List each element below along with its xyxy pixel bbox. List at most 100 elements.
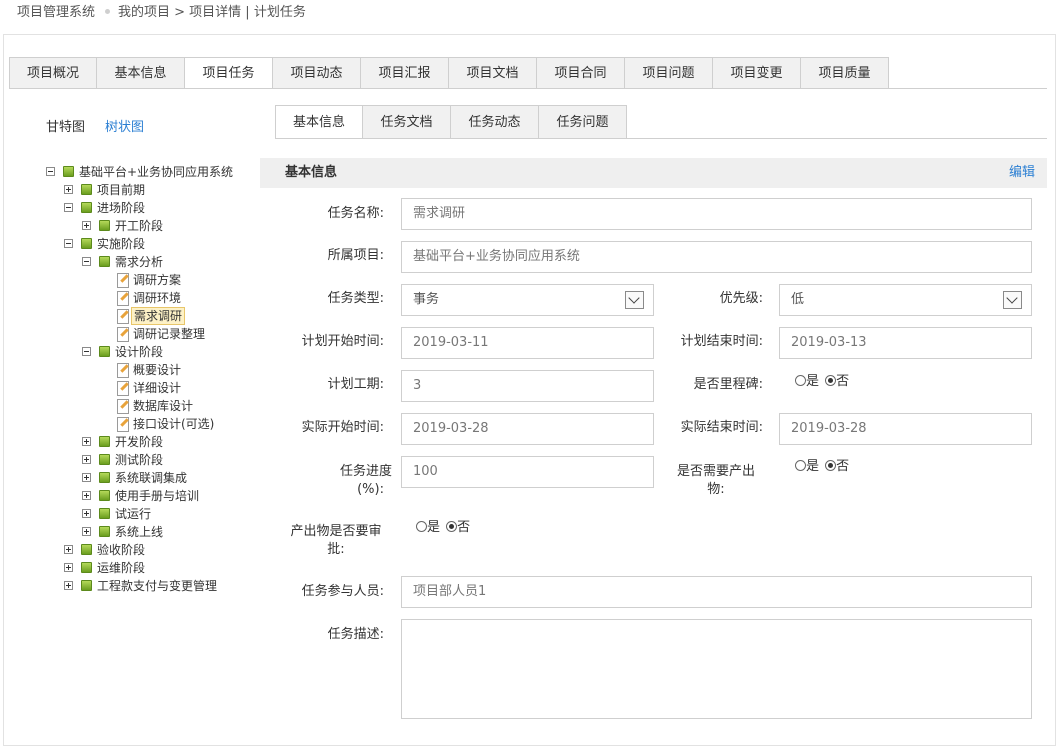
tab-overview[interactable]: 项目概况 [9, 57, 97, 89]
need-output-no-radio[interactable] [825, 460, 837, 471]
tree-node-phase-3-5[interactable]: 系统联调集成 [46, 469, 266, 487]
subtab-task-activity[interactable]: 任务动态 [451, 105, 539, 139]
tree-node-phase-2[interactable]: 进场阶段 [46, 199, 266, 217]
tab-project-tasks[interactable]: 项目任务 [185, 57, 273, 89]
plan-start-field[interactable]: 2019-03-11 [401, 327, 654, 359]
tab-project-contracts[interactable]: 项目合同 [537, 57, 625, 89]
collapse-icon[interactable] [82, 347, 91, 356]
edit-link[interactable]: 编辑 [1009, 158, 1035, 188]
tab-project-report[interactable]: 项目汇报 [361, 57, 449, 89]
actual-start-field[interactable]: 2019-03-28 [401, 413, 654, 445]
collapse-icon[interactable] [64, 203, 73, 212]
task-name-field[interactable]: 需求调研 [401, 198, 1032, 230]
expand-icon[interactable] [82, 527, 91, 536]
tree-node-label[interactable]: 系统上线 [113, 523, 165, 541]
tree-node-label[interactable]: 开发阶段 [113, 433, 165, 451]
tree-node-label[interactable]: 开工阶段 [113, 217, 165, 235]
description-textarea[interactable] [401, 619, 1032, 719]
subtab-task-issues[interactable]: 任务问题 [539, 105, 627, 139]
expand-icon[interactable] [64, 581, 73, 590]
tree-node-label[interactable]: 接口设计(可选) [131, 415, 216, 433]
tab-project-quality[interactable]: 项目质量 [801, 57, 889, 89]
tree-view-link[interactable]: 树状图 [105, 120, 144, 135]
tab-basic-info[interactable]: 基本信息 [97, 57, 185, 89]
tree-node-phase-4[interactable]: 验收阶段 [46, 541, 266, 559]
tree-node-label[interactable]: 运维阶段 [95, 559, 147, 577]
gantt-view-link[interactable]: 甘特图 [46, 120, 85, 135]
tab-project-changes[interactable]: 项目变更 [713, 57, 801, 89]
expand-icon[interactable] [82, 437, 91, 446]
members-field[interactable]: 项目部人员1 [401, 576, 1032, 608]
subtab-task-docs[interactable]: 任务文档 [363, 105, 451, 139]
expand-icon[interactable] [82, 221, 91, 230]
task-type-select[interactable]: 事务 [401, 284, 654, 316]
tree-node-phase-2-1[interactable]: 开工阶段 [46, 217, 266, 235]
tree-node-label[interactable]: 试运行 [113, 505, 153, 523]
expand-icon[interactable] [64, 545, 73, 554]
milestone-yes-radio[interactable] [795, 375, 806, 386]
output-approval-no-radio[interactable] [446, 521, 458, 532]
tree-node-label[interactable]: 调研记录整理 [131, 325, 207, 343]
project-field[interactable]: 基础平台+业务协同应用系统 [401, 241, 1032, 273]
tab-project-issues[interactable]: 项目问题 [625, 57, 713, 89]
tree-node-label[interactable]: 数据库设计 [131, 397, 195, 415]
tree-node-phase-5[interactable]: 运维阶段 [46, 559, 266, 577]
tree-leaf[interactable]: 调研方案 [46, 271, 266, 289]
tree-node-label[interactable]: 调研环境 [131, 289, 183, 307]
tree-node-root[interactable]: 基础平台+业务协同应用系统 [46, 163, 266, 181]
tree-leaf[interactable]: 调研环境 [46, 289, 266, 307]
tree-node-phase-3-4[interactable]: 测试阶段 [46, 451, 266, 469]
tab-project-activity[interactable]: 项目动态 [273, 57, 361, 89]
tree-node-phase-1[interactable]: 项目前期 [46, 181, 266, 199]
subtab-basic-info[interactable]: 基本信息 [275, 105, 363, 139]
output-approval-yes-radio[interactable] [416, 521, 427, 532]
tree-node-phase-3-2[interactable]: 设计阶段 [46, 343, 266, 361]
tree-node-phase-3-1[interactable]: 需求分析 [46, 253, 266, 271]
tree-node-label[interactable]: 工程款支付与变更管理 [95, 577, 219, 595]
tree-leaf-selected[interactable]: 需求调研 [46, 307, 266, 325]
tree-leaf[interactable]: 调研记录整理 [46, 325, 266, 343]
milestone-no-radio[interactable] [825, 375, 837, 386]
tree-node-label[interactable]: 测试阶段 [113, 451, 165, 469]
chevron-down-icon[interactable] [625, 291, 644, 309]
chevron-down-icon[interactable] [1003, 291, 1022, 309]
expand-icon[interactable] [82, 455, 91, 464]
tab-project-docs[interactable]: 项目文档 [449, 57, 537, 89]
tree-node-label[interactable]: 详细设计 [131, 379, 183, 397]
tree-node-label[interactable]: 调研方案 [131, 271, 183, 289]
tree-node-phase-3-3[interactable]: 开发阶段 [46, 433, 266, 451]
need-output-yes-radio[interactable] [795, 460, 806, 471]
tree-node-label[interactable]: 项目前期 [95, 181, 147, 199]
priority-select[interactable]: 低 [779, 284, 1032, 316]
tree-node-label-selected[interactable]: 需求调研 [131, 307, 186, 325]
tree-node-label[interactable]: 进场阶段 [95, 199, 147, 217]
tree-node-label[interactable]: 基础平台+业务协同应用系统 [77, 163, 235, 181]
tree-node-phase-6[interactable]: 工程款支付与变更管理 [46, 577, 266, 595]
tree-node-label[interactable]: 系统联调集成 [113, 469, 189, 487]
tree-node-phase-3-8[interactable]: 系统上线 [46, 523, 266, 541]
tree-leaf[interactable]: 概要设计 [46, 361, 266, 379]
tree-node-phase-3-6[interactable]: 使用手册与培训 [46, 487, 266, 505]
plan-end-field[interactable]: 2019-03-13 [779, 327, 1032, 359]
collapse-icon[interactable] [64, 239, 73, 248]
expand-icon[interactable] [82, 509, 91, 518]
actual-end-field[interactable]: 2019-03-28 [779, 413, 1032, 445]
tree-leaf[interactable]: 接口设计(可选) [46, 415, 266, 433]
tree-leaf[interactable]: 数据库设计 [46, 397, 266, 415]
tree-leaf[interactable]: 详细设计 [46, 379, 266, 397]
expand-icon[interactable] [64, 563, 73, 572]
tree-node-label[interactable]: 使用手册与培训 [113, 487, 201, 505]
tree-node-phase-3[interactable]: 实施阶段 [46, 235, 266, 253]
collapse-icon[interactable] [82, 257, 91, 266]
tree-node-label[interactable]: 需求分析 [113, 253, 165, 271]
expand-icon[interactable] [82, 491, 91, 500]
tree-node-label[interactable]: 验收阶段 [95, 541, 147, 559]
plan-duration-field[interactable]: 3 [401, 370, 654, 402]
tree-node-phase-3-7[interactable]: 试运行 [46, 505, 266, 523]
tree-node-label[interactable]: 概要设计 [131, 361, 183, 379]
tree-node-label[interactable]: 设计阶段 [113, 343, 165, 361]
tree-node-label[interactable]: 实施阶段 [95, 235, 147, 253]
expand-icon[interactable] [82, 473, 91, 482]
progress-field[interactable]: 100 [401, 456, 654, 488]
expand-icon[interactable] [64, 185, 73, 194]
